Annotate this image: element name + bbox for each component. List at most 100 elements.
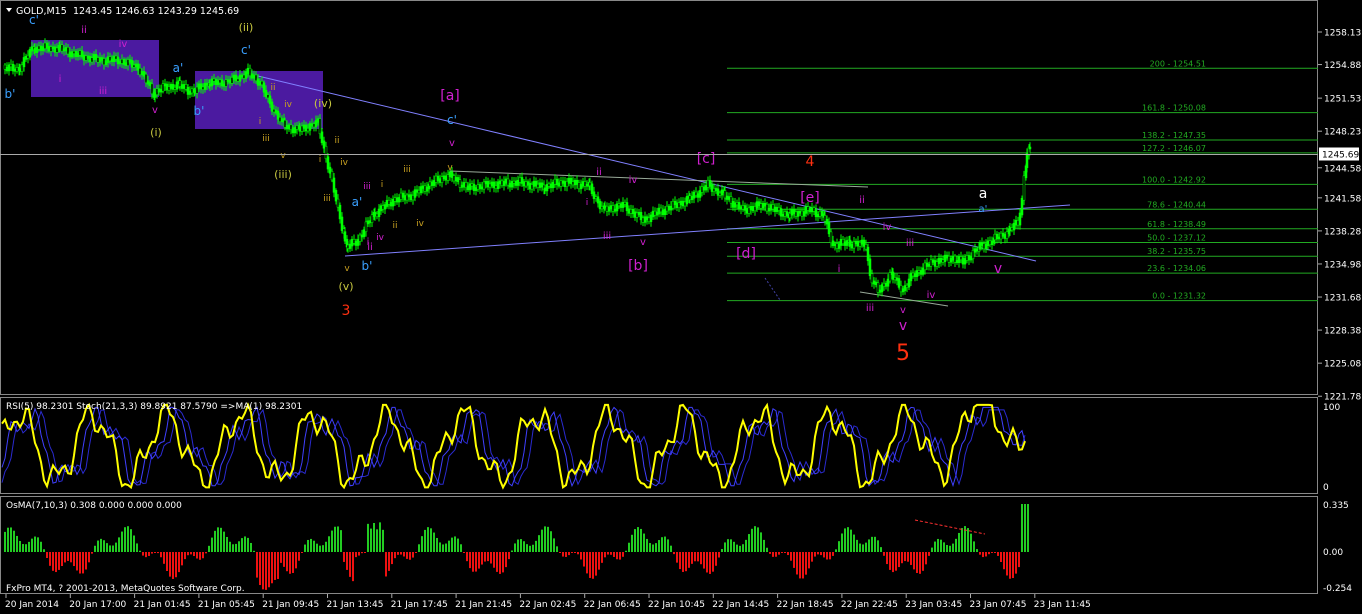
osma-bar (310, 538, 312, 552)
osma-bar (307, 539, 309, 552)
mt4-chart-window[interactable]: 200 - 1254.51 161.8 - 1250.08 138.2 - 1247… (0, 0, 1362, 614)
candle-body (745, 208, 749, 214)
candle-body (955, 259, 959, 263)
candle-body (545, 184, 549, 192)
osma-bar (379, 522, 381, 552)
candle-body (159, 88, 163, 93)
candle-body (864, 244, 868, 250)
candle-body (731, 200, 735, 208)
candle-body (318, 118, 322, 135)
candle-body (272, 109, 276, 113)
fib-level-label: 127.2 - 1246.07 (1142, 144, 1206, 153)
osma-bar (670, 545, 672, 552)
osma-bar (31, 538, 33, 552)
candle-body (260, 80, 264, 86)
osma-bar (88, 552, 90, 563)
osma-bar (160, 552, 162, 558)
osma-bar (109, 545, 111, 552)
copyright-footer: FxPro MT4, ? 2001-2013, MetaQuotes Softw… (6, 584, 245, 594)
candle-body (585, 184, 589, 187)
osma-bar (226, 536, 228, 552)
price-tick-label: 1248.23 (1324, 128, 1361, 138)
osma-bar (199, 552, 201, 560)
wave-label: v (640, 237, 646, 248)
candle-body (973, 248, 977, 253)
osma-bar (391, 552, 393, 565)
candle-body (208, 83, 212, 87)
osma-bar (463, 552, 465, 553)
candle-body (588, 182, 592, 187)
osma-bar (835, 549, 837, 552)
time-tick-label: 22 Jan 18:45 (777, 600, 834, 610)
osma-bar (412, 552, 414, 558)
time-tick-label: 21 Jan 09:45 (262, 600, 319, 610)
osma-bar (739, 545, 741, 552)
osma-bar (25, 544, 27, 552)
candle-body (986, 240, 990, 247)
osma-bar (46, 552, 48, 558)
candle-body (362, 229, 366, 238)
wave-label: v (899, 318, 907, 334)
osma-bar (838, 541, 840, 552)
wave-label: ii (392, 221, 397, 231)
candle-body (234, 74, 238, 82)
osma-bar (241, 538, 243, 552)
candle-body (13, 68, 17, 72)
osma-bar (355, 552, 357, 558)
candle-body (733, 202, 737, 208)
candle-body (155, 88, 159, 95)
osma-bar (1006, 552, 1008, 576)
candle-body (472, 183, 476, 191)
wave-label: iv (883, 222, 892, 233)
osma-bar (223, 531, 225, 552)
candle-body (26, 54, 30, 59)
candle-body (434, 175, 438, 183)
candle-body (409, 194, 413, 201)
candle-body (723, 190, 727, 199)
candle-body (895, 277, 899, 281)
osma-bar (61, 552, 63, 567)
symbol-label: GOLD,M15 (16, 6, 67, 17)
osma-bar (778, 552, 780, 555)
candle-body (84, 55, 88, 61)
wave-label: v (449, 138, 455, 149)
osma-bar (694, 552, 696, 562)
time-tick-label: 20 Jan 2014 (5, 600, 59, 610)
candle-body (655, 211, 659, 216)
candle-body (82, 54, 86, 61)
candle-body (623, 201, 627, 205)
candle-body (712, 188, 716, 192)
osma-bar (550, 531, 552, 552)
osma-bar (442, 544, 444, 552)
osma-bar (304, 544, 306, 552)
osma-bar (757, 527, 759, 552)
candle-body (704, 185, 708, 191)
osma-bar (73, 552, 75, 567)
candle-body (536, 183, 540, 188)
osma-bar (886, 552, 888, 565)
candle-body (669, 205, 673, 211)
osma-bar (40, 541, 42, 552)
osma-bar (55, 552, 57, 573)
candle-body (18, 68, 22, 72)
osma-bar (166, 552, 168, 572)
candle-body (470, 183, 474, 187)
candle-body (886, 278, 890, 287)
candle-body (49, 46, 53, 52)
candle-body (193, 89, 197, 94)
candle-body (248, 67, 252, 76)
osma-bar (172, 552, 174, 579)
candle-body (148, 82, 152, 87)
candle-body (947, 255, 951, 263)
osma-bar (526, 544, 528, 552)
rsi-tick-100: 100 (1323, 403, 1340, 413)
candle-body (419, 186, 423, 194)
candle-body (921, 267, 925, 275)
candle-body (66, 47, 70, 55)
candle-body (598, 200, 602, 210)
osma-panel-label: OsMA(7,10,3) 0.308 0.000 0.000 0.000 (6, 501, 182, 511)
osma-bar (316, 543, 318, 552)
candle-body (413, 189, 417, 198)
candle-body (314, 120, 318, 128)
candle-body (343, 231, 347, 242)
